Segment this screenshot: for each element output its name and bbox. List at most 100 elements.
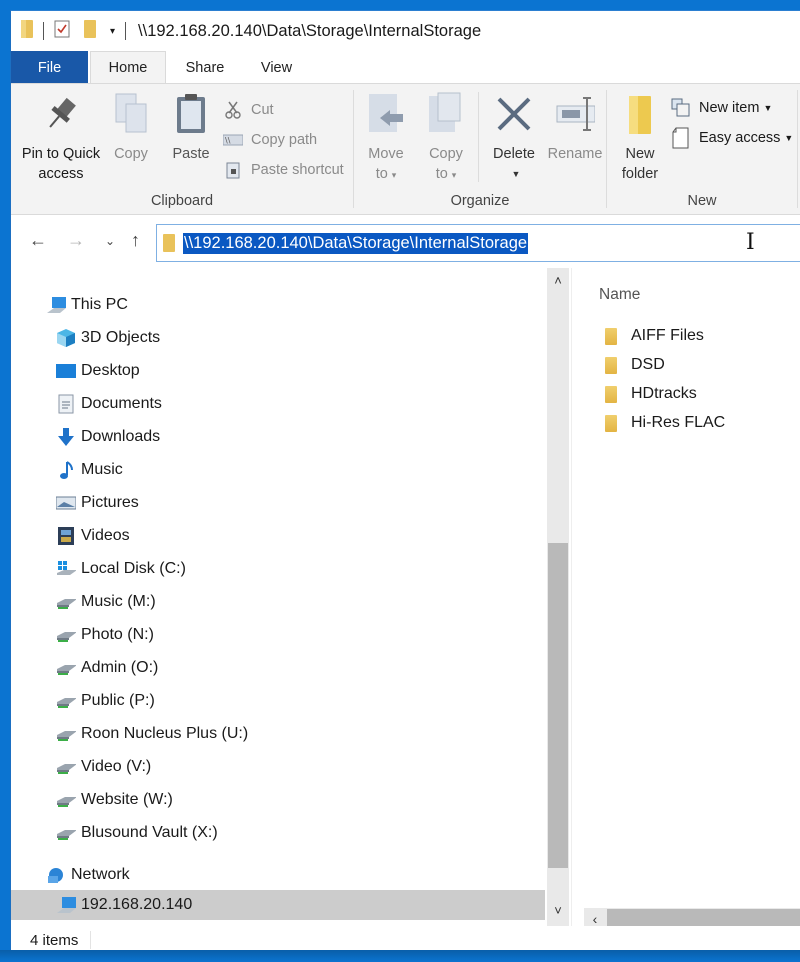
paste-shortcut-label: Paste shortcut (251, 162, 344, 178)
folder-icon (605, 356, 617, 374)
cut-button[interactable]: Cut (223, 98, 274, 122)
copy-to-label-line1: Copy (429, 146, 463, 162)
new-item-icon (671, 98, 691, 118)
tree-item-label: Website (W:) (81, 791, 173, 808)
file-list-item[interactable]: DSD (605, 352, 665, 378)
file-list-item[interactable]: AIFF Files (605, 323, 704, 349)
move-to-label-line2: to ▾ (375, 166, 397, 182)
tree-item[interactable]: 3D Objects (11, 323, 545, 353)
recent-locations-chevron-icon[interactable]: ⌄ (105, 234, 115, 248)
copy-button[interactable]: Copy (107, 90, 155, 164)
forward-arrow-icon[interactable]: → (67, 230, 85, 251)
tree-item-this-pc[interactable]: This PC (11, 290, 545, 320)
rename-icon (555, 90, 595, 138)
scroll-up-arrow-icon[interactable]: ˄ (547, 270, 569, 292)
paste-button[interactable]: Paste (167, 90, 215, 164)
tree-item[interactable]: Desktop (11, 356, 545, 386)
this-pc-icon (46, 295, 66, 315)
organize-group-label: Organize (450, 193, 510, 209)
tree-item[interactable]: Music (11, 455, 545, 485)
tab-home[interactable]: Home (90, 51, 166, 84)
folder-icon (605, 327, 617, 345)
videos-icon (56, 526, 76, 546)
tree-item-label: Documents (81, 395, 162, 412)
network-drive-icon (56, 724, 76, 744)
easy-access-button[interactable]: Easy access ▼ (671, 126, 793, 150)
scroll-down-arrow-icon[interactable]: ˅ (547, 900, 569, 922)
network-drive-icon (56, 658, 76, 678)
tree-item[interactable]: Local Disk (C:) (11, 554, 545, 584)
tree-item[interactable]: Documents (11, 389, 545, 419)
easy-access-dropdown-icon: ▼ (784, 133, 794, 143)
ribbon-tabs: File Home Share View (11, 51, 800, 84)
pin-to-quick-access-button[interactable]: Pin to Quick access (21, 90, 101, 184)
back-arrow-icon[interactable]: ← (29, 230, 47, 251)
tree-item[interactable]: Photo (N:) (11, 620, 545, 650)
tree-item[interactable]: Blusound Vault (X:) (11, 818, 545, 848)
clipboard-group: Pin to Quick access Copy Paste Cut \\ Co… (11, 84, 353, 215)
customize-dropdown-icon[interactable]: ▾ (110, 26, 115, 37)
rename-button[interactable]: Rename (548, 90, 602, 164)
tree-item[interactable]: Pictures (11, 488, 545, 518)
tree-item[interactable]: Public (P:) (11, 686, 545, 716)
scrollbar-thumb[interactable] (548, 543, 568, 868)
tree-item-label: Roon Nucleus Plus (U:) (81, 725, 249, 742)
new-item-label: New item (699, 100, 760, 116)
move-to-label-line1: Move (368, 146, 404, 162)
copy-path-icon: \\ (223, 130, 243, 150)
navigation-bar: ← → ⌄ ↑ \\192.168.20.140\Data\Storage\In… (11, 216, 800, 268)
scissors-icon (223, 100, 243, 120)
new-folder-button[interactable]: New folder (615, 90, 665, 184)
copy-path-button[interactable]: \\ Copy path (223, 128, 317, 152)
network-drive-icon (56, 592, 76, 612)
organize-group: Move to ▾ Copy to ▾ Delete ▼ Rename Orga… (354, 84, 606, 215)
local-disk-icon (56, 559, 76, 579)
tree-item-label: Desktop (81, 362, 140, 379)
folder-icon[interactable] (21, 19, 33, 43)
pin-label-line2: access (38, 166, 84, 182)
music-icon (56, 460, 76, 480)
paste-shortcut-icon (223, 160, 243, 180)
column-header-name[interactable]: Name (599, 286, 640, 304)
address-bar-text[interactable]: \\192.168.20.140\Data\Storage\InternalSt… (183, 232, 529, 254)
tab-view[interactable]: View (244, 51, 309, 84)
paste-shortcut-button[interactable]: Paste shortcut (223, 158, 344, 182)
tab-file[interactable]: File (11, 51, 88, 84)
tree-item[interactable]: Music (M:) (11, 587, 545, 617)
tree-item-network-host[interactable]: 192.168.20.140 (11, 890, 545, 920)
tree-item[interactable]: Video (V:) (11, 752, 545, 782)
new-item-button[interactable]: New item ▼ (671, 96, 772, 120)
file-list-item[interactable]: Hi-Res FLAC (605, 410, 725, 436)
new-folder-icon[interactable] (84, 19, 96, 43)
network-drive-icon (56, 625, 76, 645)
easy-access-label: Easy access (699, 130, 781, 146)
desktop-icon (56, 361, 76, 381)
move-to-button[interactable]: Move to ▾ (364, 90, 408, 185)
ribbon: Pin to Quick access Copy Paste Cut \\ Co… (11, 83, 800, 215)
group-separator (797, 90, 798, 208)
folder-icon (605, 385, 617, 403)
properties-icon[interactable] (54, 20, 70, 43)
rename-label: Rename (547, 146, 603, 162)
copy-path-label: Copy path (251, 132, 318, 148)
copy-to-button[interactable]: Copy to ▾ (424, 90, 468, 185)
tree-item-label: Blusound Vault (X:) (81, 824, 218, 841)
network-icon (46, 865, 66, 885)
navigation-pane-scrollbar[interactable]: ˄ ˅ (547, 268, 569, 926)
up-arrow-icon[interactable]: ↑ (131, 230, 140, 251)
tab-share[interactable]: Share (166, 51, 244, 84)
file-name: AIFF Files (631, 327, 704, 344)
tree-item-network[interactable]: Network (11, 860, 545, 890)
delete-dropdown-icon[interactable]: ▼ (512, 164, 521, 184)
tree-item-label: Pictures (81, 494, 139, 511)
delete-button[interactable]: Delete ▼ (488, 90, 540, 184)
folder-icon (163, 234, 175, 252)
tree-item[interactable]: Videos (11, 521, 545, 551)
tree-item[interactable]: Downloads (11, 422, 545, 452)
address-bar-input[interactable]: \\192.168.20.140\Data\Storage\InternalSt… (156, 224, 800, 262)
file-list-item[interactable]: HDtracks (605, 381, 697, 407)
tree-item-label: Videos (81, 527, 130, 544)
tree-item[interactable]: Roon Nucleus Plus (U:) (11, 719, 545, 749)
tree-item[interactable]: Website (W:) (11, 785, 545, 815)
tree-item[interactable]: Admin (O:) (11, 653, 545, 683)
